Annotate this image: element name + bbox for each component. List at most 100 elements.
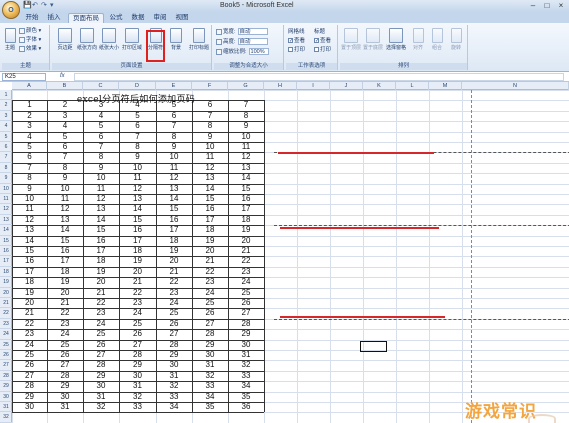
minimize-button[interactable]: – — [527, 1, 539, 10]
row-header-31[interactable]: 31 — [0, 402, 12, 413]
row-header-17[interactable]: 17 — [0, 256, 12, 267]
theme-colors-button[interactable]: 颜色 ▾ — [19, 27, 41, 35]
row-header-19[interactable]: 19 — [0, 277, 12, 288]
save-icon[interactable]: 💾 — [23, 2, 32, 9]
column-header-E[interactable]: E — [156, 82, 192, 90]
row-header-8[interactable]: 8 — [0, 163, 12, 174]
table-cell[interactable]: 32 — [83, 402, 119, 413]
rotate-button[interactable]: 旋转 — [447, 27, 465, 61]
row-header-10[interactable]: 10 — [0, 184, 12, 194]
sheet-title-cell[interactable]: excel分页符后如何添加页码 — [12, 92, 260, 105]
background-button[interactable]: 背景 — [166, 27, 186, 61]
column-header-C[interactable]: C — [83, 82, 119, 90]
group-button[interactable]: 组合 — [428, 27, 446, 61]
tab-insert[interactable]: 插入 — [46, 13, 62, 23]
maximize-button[interactable]: □ — [541, 1, 553, 10]
table-cell[interactable]: 34 — [156, 402, 192, 413]
selection-pane-button[interactable]: 选择窗格 — [385, 27, 407, 61]
print-titles-button[interactable]: 打印标题 — [187, 27, 211, 61]
gridlines-view[interactable]: ✓查看 — [288, 37, 305, 45]
scale-input[interactable]: 100% — [248, 48, 269, 56]
gridlines-print[interactable]: 打印 — [288, 46, 305, 54]
table-cell[interactable]: 36 — [228, 402, 264, 413]
row-header-7[interactable]: 7 — [0, 152, 12, 163]
row-header-23[interactable]: 23 — [0, 319, 12, 330]
column-header-H[interactable]: H — [264, 82, 297, 90]
row-header-1[interactable]: 1 — [0, 90, 12, 101]
column-header-K[interactable]: K — [363, 82, 396, 90]
orientation-button[interactable]: 纸张方向 — [76, 27, 98, 61]
column-header-B[interactable]: B — [47, 82, 83, 90]
gridlines-view-checkbox[interactable]: ✓ — [288, 38, 293, 44]
name-box[interactable]: K25 — [2, 73, 46, 81]
bring-front-button[interactable]: 置于顶层 — [340, 27, 362, 61]
tab-data[interactable]: 数据 — [130, 13, 146, 23]
redo-icon[interactable]: ↷ — [41, 2, 48, 9]
column-header-M[interactable]: M — [429, 82, 462, 90]
themes-button[interactable]: 主题 — [3, 27, 17, 61]
headings-print[interactable]: 打印 — [314, 46, 331, 54]
theme-effects-button[interactable]: 效果 ▾ — [19, 45, 41, 53]
column-header-J[interactable]: J — [330, 82, 363, 90]
row-header-24[interactable]: 24 — [0, 329, 12, 340]
column-header-A[interactable]: A — [12, 82, 47, 90]
tab-page-layout[interactable]: 页面布局 — [68, 13, 104, 23]
tab-view[interactable]: 视图 — [174, 13, 190, 23]
cell-grid[interactable]: 1 2 3 4 5 6 7 2 3 4 5 6 7 8 3 4 5 6 7 8 9 4 5 6 7 8 9 10 5 6 7 8 9 10 11 6 7… — [12, 90, 569, 423]
print-area-button[interactable]: 打印区域 — [121, 27, 143, 61]
formula-input[interactable] — [74, 73, 564, 81]
fx-icon[interactable]: fx — [60, 73, 65, 79]
row-header-6[interactable]: 6 — [0, 142, 12, 153]
row-header-32[interactable]: 32 — [0, 412, 12, 423]
column-header-L[interactable]: L — [396, 82, 429, 90]
close-button[interactable]: × — [555, 1, 567, 10]
height-select[interactable]: 自动 — [237, 38, 268, 46]
table-cell[interactable]: 31 — [47, 402, 83, 413]
row-header-18[interactable]: 18 — [0, 267, 12, 278]
size-button[interactable]: 纸张大小 — [98, 27, 120, 61]
row-header-25[interactable]: 25 — [0, 340, 12, 350]
tab-formulas[interactable]: 公式 — [108, 13, 124, 23]
column-header-F[interactable]: F — [192, 82, 228, 90]
row-header-26[interactable]: 26 — [0, 350, 12, 361]
row-header-15[interactable]: 15 — [0, 236, 12, 246]
row-header-2[interactable]: 2 — [0, 100, 12, 111]
send-back-button[interactable]: 置于底层 — [362, 27, 384, 61]
row-header-22[interactable]: 22 — [0, 308, 12, 319]
office-button[interactable]: O — [2, 1, 20, 19]
column-header-I[interactable]: I — [297, 82, 330, 90]
qat-customize-icon[interactable]: ▾ — [50, 2, 57, 9]
align-button[interactable]: 对齐 — [409, 27, 427, 61]
row-header-30[interactable]: 30 — [0, 392, 12, 402]
row-header-5[interactable]: 5 — [0, 132, 12, 142]
tab-home[interactable]: 开始 — [24, 13, 40, 23]
column-header-G[interactable]: G — [228, 82, 264, 90]
margins-button[interactable]: 页边距 — [54, 27, 76, 61]
headings-print-checkbox[interactable] — [314, 47, 319, 53]
table-cell[interactable]: 30 — [12, 402, 47, 413]
headings-view-checkbox[interactable]: ✓ — [314, 38, 319, 44]
row-header-27[interactable]: 27 — [0, 360, 12, 371]
row-header-12[interactable]: 12 — [0, 204, 12, 215]
row-header-20[interactable]: 20 — [0, 288, 12, 298]
row-header-29[interactable]: 29 — [0, 381, 12, 392]
row-header-21[interactable]: 21 — [0, 298, 12, 309]
column-header-D[interactable]: D — [119, 82, 156, 90]
headings-view[interactable]: ✓查看 — [314, 37, 331, 45]
undo-icon[interactable]: ↶ — [32, 2, 39, 9]
row-header-4[interactable]: 4 — [0, 121, 12, 132]
row-header-16[interactable]: 16 — [0, 246, 12, 257]
width-select[interactable]: 自动 — [237, 28, 268, 36]
gridlines-print-checkbox[interactable] — [288, 47, 293, 53]
row-header-11[interactable]: 11 — [0, 194, 12, 205]
theme-fonts-button[interactable]: 字体 ▾ — [19, 36, 41, 44]
row-header-13[interactable]: 13 — [0, 215, 12, 226]
table-cell[interactable]: 35 — [192, 402, 228, 413]
column-header-N[interactable]: N — [462, 82, 569, 90]
row-header-14[interactable]: 14 — [0, 225, 12, 236]
tab-review[interactable]: 审阅 — [152, 13, 168, 23]
table-cell[interactable]: 33 — [119, 402, 156, 413]
row-header-9[interactable]: 9 — [0, 173, 12, 184]
active-cell-k25[interactable] — [360, 340, 387, 352]
row-header-28[interactable]: 28 — [0, 371, 12, 382]
